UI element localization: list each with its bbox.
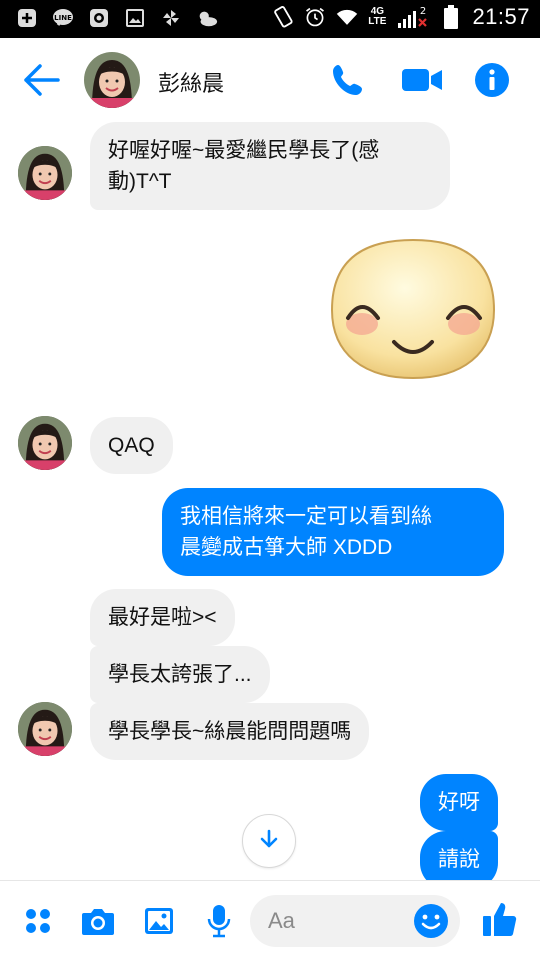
message-bubble-outgoing[interactable]: 好呀 bbox=[420, 774, 498, 831]
battery-icon bbox=[440, 5, 462, 29]
plus-box-icon bbox=[16, 8, 38, 28]
message-bubble-incoming[interactable]: QAQ bbox=[90, 417, 173, 474]
message-text-line: 最好是啦>< bbox=[108, 606, 217, 629]
message-bubble-incoming[interactable]: 好喔好喔~最愛繼民學長了(感 動)T^T bbox=[90, 122, 450, 210]
emoji-icon[interactable] bbox=[412, 902, 450, 940]
signal-icon: 2 bbox=[396, 6, 430, 28]
message-text-line: 好喔好喔~最愛繼民學長了(感 bbox=[108, 139, 380, 162]
rotate-icon bbox=[272, 6, 294, 28]
info-icon[interactable] bbox=[474, 62, 510, 98]
alarm-icon bbox=[304, 7, 326, 27]
message-text-line: 動)T^T bbox=[108, 170, 172, 193]
message-text-line: 學長太誇張了... bbox=[108, 663, 252, 686]
thumbs-up-icon[interactable] bbox=[480, 899, 520, 939]
message-bubble-incoming[interactable]: 學長太誇張了... bbox=[90, 646, 270, 703]
contact-name[interactable]: 彭絲晨 bbox=[158, 66, 224, 98]
gallery-icon[interactable] bbox=[139, 901, 179, 941]
message-bubble-outgoing[interactable]: 我相信將來一定可以看到絲 晨變成古箏大師 XDDD bbox=[162, 488, 504, 576]
scroll-to-bottom-button[interactable] bbox=[242, 814, 296, 868]
contact-avatar[interactable] bbox=[84, 52, 140, 108]
video-camera-icon[interactable] bbox=[400, 64, 444, 96]
conversation-header: 彭絲晨 bbox=[0, 38, 540, 122]
sender-avatar[interactable] bbox=[18, 702, 72, 756]
sender-avatar[interactable] bbox=[18, 146, 72, 200]
message-text-line: 學長學長~絲晨能問問題嗎 bbox=[108, 720, 352, 743]
apps-grid-icon[interactable] bbox=[18, 901, 58, 941]
smiling-face-sticker[interactable] bbox=[330, 236, 496, 380]
microphone-icon[interactable] bbox=[199, 901, 239, 941]
network-sub-label: LTE bbox=[368, 16, 387, 27]
message-text-line: 我相信將來一定可以看到絲 bbox=[180, 505, 432, 528]
svg-text:LINE: LINE bbox=[54, 14, 72, 22]
sender-avatar[interactable] bbox=[18, 416, 72, 470]
message-text-line: 晨變成古箏大師 XDDD bbox=[180, 536, 393, 559]
status-bar: LINE 4G LTE 2 21:57 bbox=[0, 0, 540, 38]
mail-app-icon bbox=[88, 8, 110, 28]
sim-slot-label: 2 bbox=[420, 6, 426, 17]
message-input[interactable]: Aa bbox=[250, 895, 460, 947]
system-icons: 4G LTE 2 21:57 bbox=[272, 4, 530, 30]
message-bubble-incoming[interactable]: 最好是啦>< bbox=[90, 589, 235, 646]
back-arrow-icon[interactable] bbox=[22, 62, 60, 98]
phone-icon[interactable] bbox=[330, 62, 366, 98]
message-text-line: 好呀 bbox=[438, 791, 480, 814]
wifi-icon bbox=[336, 7, 358, 27]
message-text-line: QAQ bbox=[108, 434, 155, 457]
camera-icon[interactable] bbox=[78, 901, 118, 941]
weather-icon bbox=[196, 8, 218, 28]
message-text-line: 請說 bbox=[438, 848, 480, 871]
line-app-icon: LINE bbox=[52, 8, 74, 28]
network-type: 4G LTE bbox=[368, 7, 386, 27]
arrow-down-icon bbox=[258, 828, 280, 855]
clock: 21:57 bbox=[472, 4, 530, 29]
message-input-placeholder: Aa bbox=[268, 908, 295, 933]
message-composer: Aa bbox=[0, 880, 540, 960]
message-bubble-incoming[interactable]: 學長學長~絲晨能問問題嗎 bbox=[90, 703, 370, 760]
pinwheel-icon bbox=[160, 8, 182, 28]
notification-icons: LINE bbox=[16, 8, 218, 28]
image-icon bbox=[124, 8, 146, 28]
